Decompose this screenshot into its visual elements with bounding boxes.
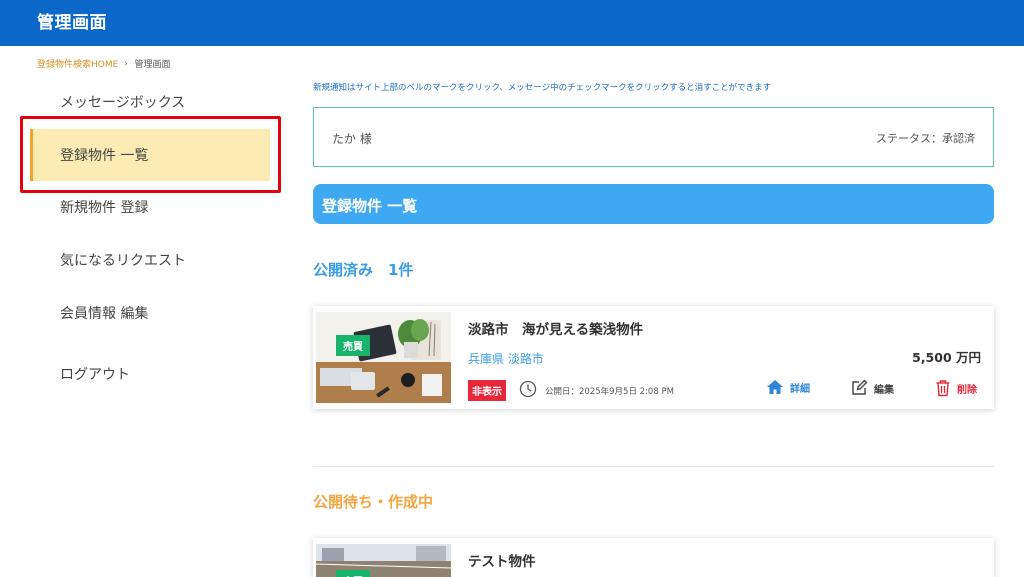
property-thumbnail[interactable]: 売買 [316,312,451,403]
sidebar-item-logout[interactable]: ログアウト [30,348,270,400]
top-header: 管理画面 [0,0,1024,46]
property-thumbnail[interactable]: 売買 [316,544,451,577]
sidebar-item-label: 新規物件 登録 [60,200,149,216]
edit-button[interactable]: 編集 [850,379,894,397]
sidebar-item-label: 会員情報 編集 [60,306,149,322]
sidebar-item-new-property[interactable]: 新規物件 登録 [30,181,270,233]
detail-label: 詳細 [790,383,810,395]
delete-button[interactable]: 削除 [935,379,977,397]
sale-tag: 売買 [336,570,370,577]
property-card: 売買 テスト物件 [313,538,994,577]
room-photo-illustration [316,312,451,403]
sidebar-item-label: メッセージボックス [60,95,186,111]
breadcrumb-home-link[interactable]: 登録物件検索HOME [37,57,118,70]
trash-icon [936,380,950,397]
detail-button[interactable]: 詳細 [766,379,810,395]
published-section-title: 公開済み 1件 [313,261,414,279]
breadcrumb-separator: › [124,59,128,68]
user-name: たか 様 [332,132,372,146]
edit-label: 編集 [874,384,894,396]
page-title: 管理画面 [37,13,107,33]
delete-label: 削除 [957,384,977,396]
user-status: ステータス：承認済 [876,132,975,145]
user-status-box: たか 様 ステータス：承認済 [313,107,994,167]
property-location[interactable]: 兵庫県 淡路市 [468,350,544,367]
breadcrumb-current: 管理画面 [134,60,171,70]
property-title[interactable]: テスト物件 [468,550,536,570]
publish-date: 公開日：2025年9月5日 2:08 PM [545,387,674,397]
sale-tag: 売買 [336,335,370,356]
sidebar-item-member-edit[interactable]: 会員情報 編集 [30,287,270,339]
visibility-badge[interactable]: 非表示 [468,380,506,401]
property-list-header: 登録物件 一覧 [313,184,994,224]
sidebar-item-label: ログアウト [60,367,130,383]
sidebar-item-requests[interactable]: 気になるリクエスト [30,234,270,286]
section-divider [313,466,994,467]
edit-icon [852,379,868,395]
property-card: 売買 淡路市 海が見える築浅物件 兵庫県 淡路市 5,500 万円 非表示 公開… [313,306,994,409]
pending-section-title: 公開待ち・作成中 [313,493,434,511]
property-price: 5,500 万円 [912,350,981,365]
clock-icon [519,380,537,398]
sidebar-item-label: 気になるリクエスト [60,253,186,269]
notice-text: 新規通知はサイト上部のベルのマークをクリック、メッセージ中のチェックマークをクリ… [313,83,772,93]
property-title[interactable]: 淡路市 海が見える築浅物件 [468,318,643,338]
breadcrumb: 登録物件検索HOME › 管理画面 [37,57,171,70]
home-icon [767,380,783,394]
property-list-title: 登録物件 一覧 [322,197,418,215]
